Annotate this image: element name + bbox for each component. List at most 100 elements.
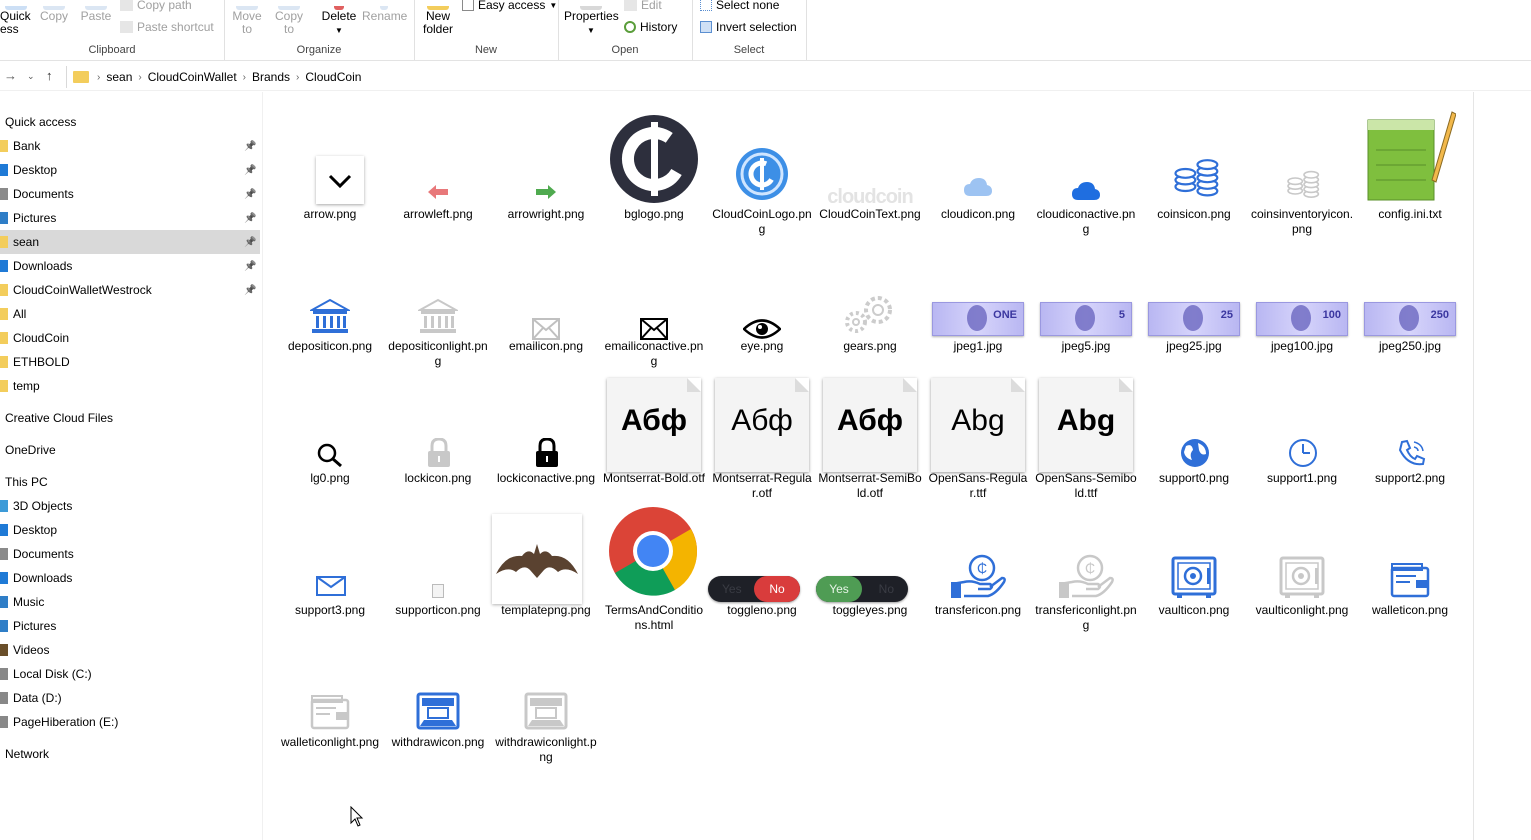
copy-path-button[interactable]: Copy path: [120, 0, 192, 12]
file-item[interactable]: vaulticon.png: [1140, 496, 1248, 628]
file-item[interactable]: arrowleft.png: [384, 100, 492, 232]
sidebar-item-creative-cloud-files[interactable]: Creative Cloud Files: [0, 406, 260, 430]
sidebar-item-desktop[interactable]: Desktop: [0, 518, 260, 542]
breadcrumb-sean[interactable]: sean: [100, 70, 138, 84]
file-item[interactable]: lg0.png: [276, 364, 384, 496]
forward-arrow-icon[interactable]: →: [4, 68, 17, 83]
file-item[interactable]: Абф Montserrat-Bold.otf: [600, 364, 708, 496]
file-item[interactable]: withdrawicon.png: [384, 628, 492, 760]
file-item[interactable]: depositicon.png: [276, 232, 384, 364]
file-item[interactable]: cloudicon.png: [924, 100, 1032, 232]
file-item[interactable]: gears.png: [816, 232, 924, 364]
sidebar-item-documents[interactable]: Documents 📌: [0, 182, 260, 206]
easy-access-button[interactable]: Easy access ▼: [462, 0, 557, 12]
file-item[interactable]: eye.png: [708, 232, 816, 364]
pin-icon[interactable]: 📌: [244, 213, 256, 224]
file-item[interactable]: support0.png: [1140, 364, 1248, 496]
edit-button[interactable]: Edit: [624, 0, 662, 12]
sidebar-item-pictures[interactable]: Pictures: [0, 614, 260, 638]
file-item[interactable]: supporticon.png: [384, 496, 492, 628]
sidebar-item-pagehiberation-e[interactable]: PageHiberation (E:): [0, 710, 260, 734]
pin-icon[interactable]: 📌: [244, 237, 256, 248]
file-item[interactable]: 5 jpeg5.jpg: [1032, 232, 1140, 364]
sidebar-item-documents[interactable]: Documents: [0, 542, 260, 566]
sidebar-item-music[interactable]: Music: [0, 590, 260, 614]
pin-icon[interactable]: 📌: [244, 261, 256, 272]
invert-selection-button[interactable]: Invert selection: [700, 20, 797, 34]
rename-button[interactable]: Rename: [362, 6, 407, 23]
move-to-button[interactable]: Move to: [230, 6, 264, 36]
sidebar-item-temp[interactable]: temp: [0, 374, 260, 398]
file-item[interactable]: Абф Montserrat-Regular.otf: [708, 364, 816, 500]
file-item[interactable]: Yes No toggleno.png: [708, 496, 816, 628]
file-item[interactable]: CloudCoinLogo.png: [708, 100, 816, 236]
file-item[interactable]: bglogo.png: [600, 100, 708, 232]
file-item[interactable]: Abg OpenSans-Semibold.ttf: [1032, 364, 1140, 500]
history-button[interactable]: History: [624, 20, 677, 34]
select-none-button[interactable]: Select none: [700, 0, 779, 12]
file-item[interactable]: coinsinventoryicon.png: [1248, 100, 1356, 236]
sidebar-item-videos[interactable]: Videos: [0, 638, 260, 662]
file-item[interactable]: ₵ transfericon.png: [924, 496, 1032, 628]
delete-button[interactable]: Delete ▼: [320, 6, 358, 37]
properties-button[interactable]: Properties ▼: [564, 6, 619, 37]
paste-shortcut-button[interactable]: Paste shortcut: [120, 20, 214, 34]
pin-icon[interactable]: 📌: [244, 165, 256, 176]
file-item[interactable]: lockiconactive.png: [492, 364, 600, 496]
up-arrow-icon[interactable]: ↑: [46, 68, 53, 83]
file-item[interactable]: Abg OpenSans-Regular.ttf: [924, 364, 1032, 500]
pin-icon[interactable]: 📌: [244, 285, 256, 296]
file-item[interactable]: 250 jpeg250.jpg: [1356, 232, 1464, 364]
file-item[interactable]: 25 jpeg25.jpg: [1140, 232, 1248, 364]
breadcrumb-brands[interactable]: Brands: [246, 70, 296, 84]
file-item[interactable]: depositiconlight.png: [384, 232, 492, 368]
file-item[interactable]: ₵ transfericonlight.png: [1032, 496, 1140, 632]
file-item[interactable]: emailiconactive.png: [600, 232, 708, 368]
new-folder-button[interactable]: New folder: [418, 6, 458, 36]
breadcrumb[interactable]: › sean › CloudCoinWallet › Brands › Clou…: [66, 66, 1531, 88]
paste-button[interactable]: Paste: [78, 6, 114, 23]
sidebar-item-downloads[interactable]: Downloads: [0, 566, 260, 590]
file-item[interactable]: emailicon.png: [492, 232, 600, 364]
file-item[interactable]: walleticon.png: [1356, 496, 1464, 628]
breadcrumb-cloudcoinwallet[interactable]: CloudCoinWallet: [142, 70, 243, 84]
sidebar-item-quick-access[interactable]: Quick access: [0, 110, 260, 134]
file-item[interactable]: arrowright.png: [492, 100, 600, 232]
file-item[interactable]: cloudiconactive.png: [1032, 100, 1140, 236]
copy-to-button[interactable]: Copy to: [272, 6, 306, 36]
sidebar-item-data-d[interactable]: Data (D:): [0, 686, 260, 710]
sidebar-item-cloudcoinwalletwestrock[interactable]: CloudCoinWalletWestrock 📌: [0, 278, 260, 302]
sidebar-item-this-pc[interactable]: This PC: [0, 470, 260, 494]
pin-icon[interactable]: 📌: [244, 141, 256, 152]
file-item[interactable]: walleticonlight.png: [276, 628, 384, 760]
file-item[interactable]: coinsicon.png: [1140, 100, 1248, 232]
file-item[interactable]: 100 jpeg100.jpg: [1248, 232, 1356, 364]
sidebar-item-3d-objects[interactable]: 3D Objects: [0, 494, 260, 518]
file-item[interactable]: TermsAndConditions.html: [600, 496, 708, 632]
sidebar-item-desktop[interactable]: Desktop 📌: [0, 158, 260, 182]
sidebar-item-onedrive[interactable]: OneDrive: [0, 438, 260, 462]
file-item[interactable]: Абф Montserrat-SemiBold.otf: [816, 364, 924, 500]
file-item[interactable]: Yes No toggleyes.png: [816, 496, 924, 628]
sidebar-item-ethbold[interactable]: ETHBOLD: [0, 350, 260, 374]
pin-icon[interactable]: 📌: [244, 189, 256, 200]
file-item[interactable]: templatepng.png: [492, 496, 600, 628]
file-item[interactable]: withdrawiconlight.png: [492, 628, 600, 764]
sidebar-item-cloudcoin[interactable]: CloudCoin: [0, 326, 260, 350]
sidebar-item-downloads[interactable]: Downloads 📌: [0, 254, 260, 278]
sidebar-item-pictures[interactable]: Pictures 📌: [0, 206, 260, 230]
sidebar-item-all[interactable]: All: [0, 302, 260, 326]
file-item[interactable]: support1.png: [1248, 364, 1356, 496]
file-item[interactable]: cloudcoin CloudCoinText.png: [816, 100, 924, 232]
file-item[interactable]: arrow.png: [276, 100, 384, 232]
recent-locations-chevron-icon[interactable]: ⌄: [27, 71, 35, 82]
copy-button[interactable]: Copy: [38, 6, 70, 23]
breadcrumb-cloudcoin[interactable]: CloudCoin: [299, 70, 367, 84]
file-item[interactable]: ONE jpeg1.jpg: [924, 232, 1032, 364]
sidebar-item-local-disk-c[interactable]: Local Disk (C:): [0, 662, 260, 686]
file-item[interactable]: support2.png: [1356, 364, 1464, 496]
sidebar-item-bank[interactable]: Bank 📌: [0, 134, 260, 158]
sidebar-item-sean[interactable]: sean 📌: [0, 230, 260, 254]
pin-quick-access-button[interactable]: Quick ess: [0, 6, 32, 36]
sidebar-item-network[interactable]: Network: [0, 742, 260, 766]
